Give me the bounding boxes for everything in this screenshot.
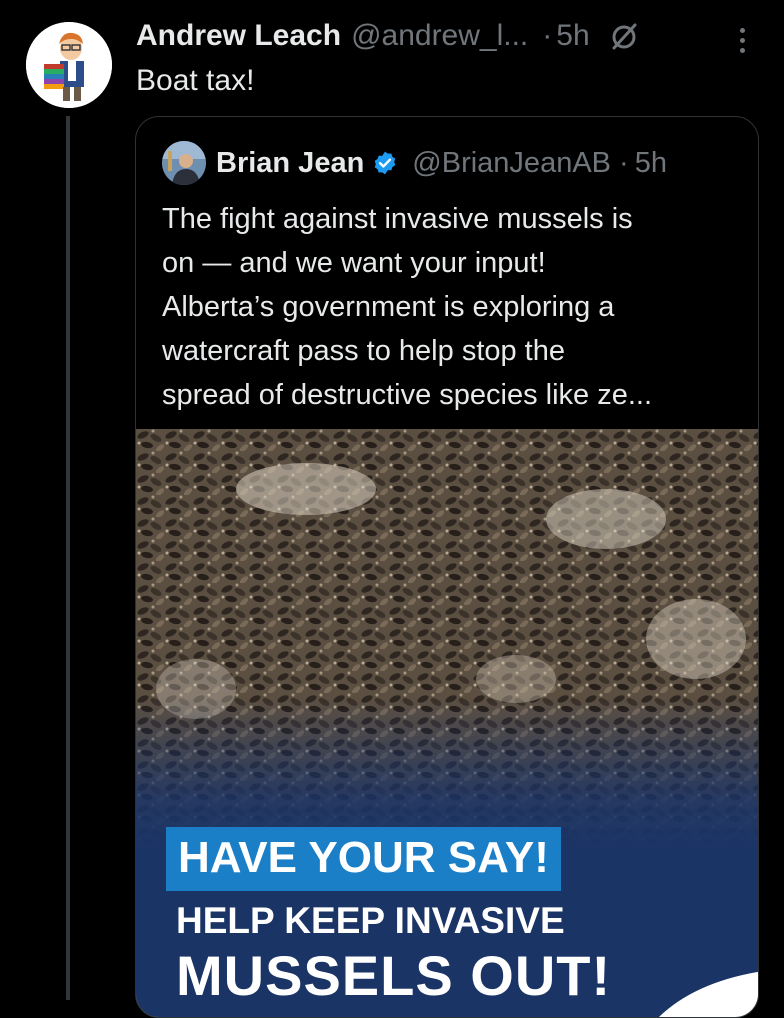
profile-photo-icon (162, 141, 206, 185)
bitmoji-avatar-icon (26, 22, 112, 108)
quoted-author-handle[interactable]: @BrianJeanAB (412, 147, 611, 180)
author-avatar[interactable] (26, 22, 112, 108)
more-options-icon[interactable] (730, 22, 754, 58)
quoted-tweet-card[interactable]: Brian Jean @BrianJeanAB · 5h The fight a… (135, 116, 759, 1018)
thread-connector-line (66, 116, 70, 1000)
quoted-text-line: spread of destructive species like ze... (162, 379, 653, 411)
quoted-text-line: on — and we want your input! (162, 247, 546, 279)
verified-badge-icon (372, 150, 398, 176)
quoted-tweet-text: The fight against invasive mussels is on… (162, 197, 742, 417)
logo-swoosh-icon (659, 971, 758, 1017)
quoted-tweet-header: Brian Jean @BrianJeanAB · 5h (162, 141, 667, 185)
quoted-text-line: The fight against invasive mussels is (162, 203, 633, 235)
separator-dot: · (542, 19, 553, 52)
banner-main-line: MUSSELS OUT! (176, 944, 612, 1007)
quoted-author-name[interactable]: Brian Jean (216, 147, 364, 180)
separator-dot: · (619, 146, 629, 179)
grok-icon[interactable] (608, 20, 640, 52)
banner-subline: HELP KEEP INVASIVE (176, 900, 565, 941)
quoted-tweet-timestamp[interactable]: 5h (635, 147, 667, 180)
author-handle[interactable]: @andrew_l... (351, 16, 528, 56)
author-name[interactable]: Andrew Leach (136, 16, 341, 56)
banner-headline: HAVE YOUR SAY! (166, 827, 561, 891)
quoted-text-line: watercraft pass to help stop the (162, 335, 565, 367)
quoted-tweet-media[interactable]: HAVE YOUR SAY! HELP KEEP INVASIVE MUSSEL… (136, 429, 758, 1017)
tweet-text: Boat tax! (136, 64, 255, 97)
tweet-timestamp[interactable]: 5h (556, 16, 589, 56)
tweet-header: Andrew Leach @andrew_l... · 5h (136, 16, 640, 56)
quoted-author-avatar[interactable] (162, 141, 206, 185)
quoted-text-line: Alberta’s government is exploring a (162, 291, 615, 323)
